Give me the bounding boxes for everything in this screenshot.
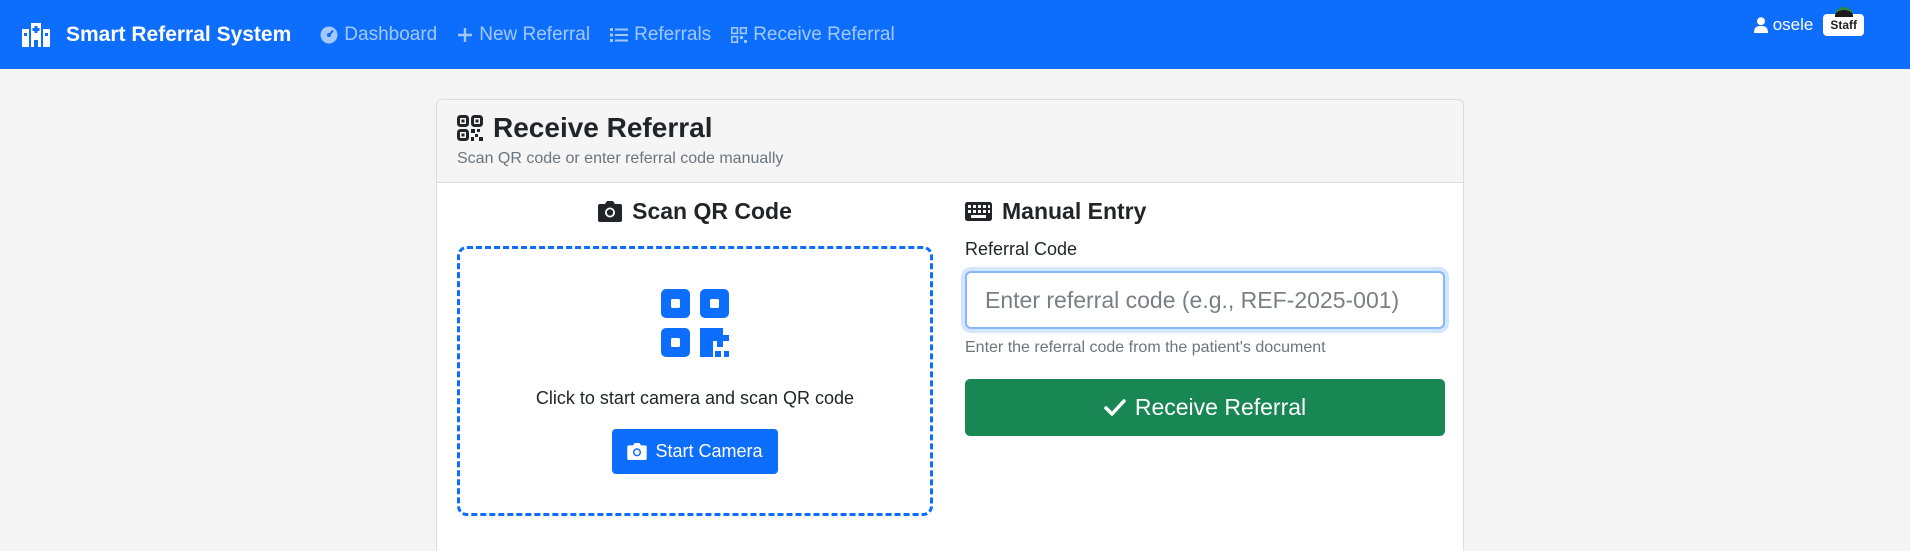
camera-icon — [598, 201, 623, 222]
nav-dashboard[interactable]: Dashboard — [320, 24, 437, 46]
nav-links: Dashboard New Referral Referrals Receive… — [320, 24, 914, 46]
referral-code-input[interactable] — [965, 271, 1445, 329]
username: osele — [1772, 15, 1814, 34]
user-icon — [1753, 17, 1768, 33]
qr-code-icon — [661, 289, 729, 357]
page-title-text: Receive Referral — [493, 112, 713, 143]
qr-icon — [457, 115, 483, 141]
qr-icon — [731, 26, 748, 43]
manual-section-title-text: Manual Entry — [1002, 198, 1147, 224]
status-dot — [1835, 7, 1854, 17]
qr-scan-area[interactable]: Click to start camera and scan QR code S… — [457, 246, 933, 516]
manual-section-title: Manual Entry — [965, 198, 1445, 225]
user-menu[interactable]: osele Staff — [1753, 7, 1864, 36]
scan-section: Scan QR Code Click to start camera and s… — [457, 198, 933, 516]
nav-receive-referral[interactable]: Receive Referral — [731, 24, 895, 46]
plus-icon — [458, 27, 473, 42]
receive-referral-card: Receive Referral Scan QR code or enter r… — [436, 99, 1464, 551]
page-title: Receive Referral — [457, 112, 1443, 144]
keyboard-icon — [965, 202, 992, 221]
receive-referral-label: Receive Referral — [1134, 394, 1307, 420]
start-camera-button[interactable]: Start Camera — [612, 429, 778, 474]
list-icon — [610, 27, 629, 42]
scan-section-title-text: Scan QR Code — [632, 198, 792, 224]
page-subtitle: Scan QR code or enter referral code manu… — [457, 150, 784, 167]
role-badge-wrapper: Staff — [1823, 7, 1864, 36]
check-icon — [1104, 399, 1126, 416]
hospital-icon — [22, 22, 50, 47]
scan-instruction: Click to start camera and scan QR code — [535, 388, 855, 408]
dashboard-icon — [320, 26, 338, 43]
referral-code-label: Referral Code — [965, 239, 1078, 259]
nav-receive-referral-label: Receive Referral — [753, 23, 895, 45]
brand-link[interactable]: Smart Referral System — [22, 22, 292, 47]
nav-new-referral[interactable]: New Referral — [457, 24, 590, 46]
camera-icon — [627, 443, 648, 460]
referral-code-help: Enter the referral code from the patient… — [965, 339, 1326, 356]
top-navbar: Smart Referral System Dashboard New Refe… — [0, 0, 1910, 69]
nav-new-referral-label: New Referral — [479, 23, 591, 45]
brand-name: Smart Referral System — [66, 22, 292, 46]
card-header: Receive Referral Scan QR code or enter r… — [437, 100, 1463, 183]
nav-referrals[interactable]: Referrals — [610, 24, 711, 46]
scan-section-title: Scan QR Code — [457, 198, 933, 225]
receive-referral-button[interactable]: Receive Referral — [965, 379, 1445, 436]
nav-referrals-label: Referrals — [634, 23, 712, 45]
nav-dashboard-label: Dashboard — [344, 23, 438, 45]
start-camera-label: Start Camera — [655, 441, 763, 461]
role-badge: Staff — [1823, 14, 1864, 36]
manual-entry-section: Manual Entry Referral Code Enter the ref… — [965, 198, 1445, 436]
